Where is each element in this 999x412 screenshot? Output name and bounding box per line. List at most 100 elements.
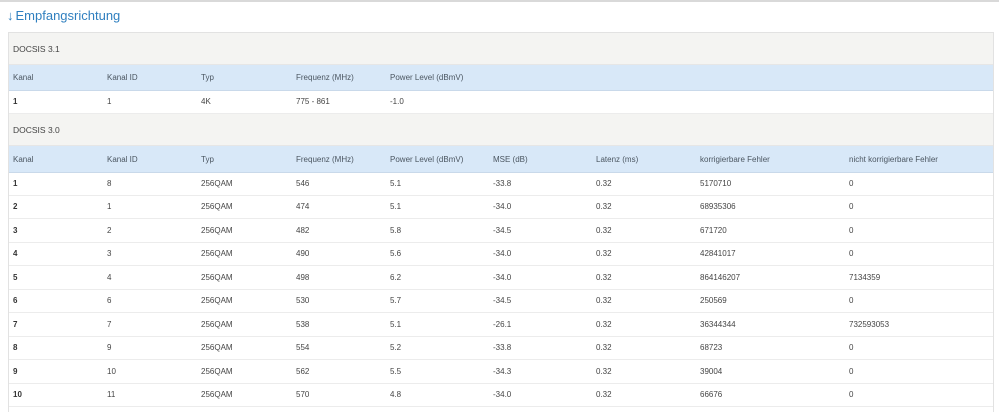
cell-latenz: 0.32 [596, 272, 612, 282]
cell-latenz: 0.32 [596, 390, 612, 400]
section-heading-link[interactable]: ↓ Empfangsrichtung [7, 8, 120, 23]
col-header-frequenz: Frequenz (MHz) [296, 73, 354, 82]
cell-frequenz: 490 [296, 249, 310, 259]
cell-kanal: 3 [13, 225, 18, 235]
table-row: 2 1 256QAM 474 5.1 -34.0 0.32 68935306 0 [9, 196, 993, 219]
cell-latenz: 0.32 [596, 202, 612, 212]
cell-kanal-id: 3 [107, 249, 112, 259]
col-header-power-level: Power Level (dBmV) [390, 154, 464, 164]
cell-korrigierbare-fehler: 42841017 [700, 249, 736, 259]
col-header-typ: Typ [201, 154, 214, 164]
col-header-power-level: Power Level (dBmV) [390, 73, 464, 82]
cell-typ: 256QAM [201, 319, 233, 329]
cell-nicht-korrigierbare-fehler: 0 [849, 225, 854, 235]
cell-mse: -33.8 [493, 178, 512, 188]
table-row: 10 11 256QAM 570 4.8 -34.0 0.32 66676 0 [9, 384, 993, 407]
cell-kanal-id: 8 [107, 178, 112, 188]
cell-power-level: 5.8 [390, 225, 402, 235]
cell-kanal-id: 6 [107, 296, 112, 306]
cell-power-level: 5.1 [390, 202, 402, 212]
cell-latenz: 0.32 [596, 225, 612, 235]
cell-kanal: 5 [13, 272, 18, 282]
cell-nicht-korrigierbare-fehler: 0 [849, 343, 854, 353]
cell-mse: -34.0 [493, 272, 512, 282]
cell-typ: 256QAM [201, 390, 233, 400]
cell-korrigierbare-fehler: 68935306 [700, 202, 736, 212]
cell-nicht-korrigierbare-fehler: 0 [849, 296, 854, 306]
col-header-kanal: Kanal [13, 73, 34, 82]
cell-frequenz: 538 [296, 319, 310, 329]
cell-frequenz: 562 [296, 366, 310, 376]
cell-kanal: 10 [13, 390, 22, 400]
cell-latenz: 0.32 [596, 296, 612, 306]
cell-frequenz: 554 [296, 343, 310, 353]
cell-power-level: 5.7 [390, 296, 402, 306]
cell-kanal: 2 [13, 202, 18, 212]
cell-typ: 256QAM [201, 249, 233, 259]
cell-typ: 256QAM [201, 225, 233, 235]
cell-power-level: 5.2 [390, 343, 402, 353]
cell-mse: -33.8 [493, 343, 512, 353]
cell-nicht-korrigierbare-fehler: 0 [849, 249, 854, 259]
table-row: 1 8 256QAM 546 5.1 -33.8 0.32 5170710 0 [9, 172, 993, 196]
cell-korrigierbare-fehler: 671720 [700, 225, 727, 235]
cell-frequenz: 546 [296, 178, 310, 188]
col-header-korrigierbare-fehler: korrigierbare Fehler [700, 154, 770, 164]
col-header-typ: Typ [201, 73, 214, 82]
cell-korrigierbare-fehler: 250569 [700, 296, 727, 306]
table-row: 9 10 256QAM 562 5.5 -34.3 0.32 39004 0 [9, 360, 993, 384]
cell-nicht-korrigierbare-fehler: 7134359 [849, 272, 881, 282]
cell-kanal-id: 2 [107, 225, 112, 235]
cell-power-level: 5.1 [390, 178, 402, 188]
cell-power-level: 5.6 [390, 249, 402, 259]
col-header-kanal-id: Kanal ID [107, 154, 138, 164]
cell-kanal-id: 1 [107, 202, 112, 212]
cell-kanal: 9 [13, 366, 18, 376]
cell-frequenz: 474 [296, 202, 310, 212]
col-header-kanal: Kanal [13, 154, 34, 164]
cell-mse: -34.3 [493, 366, 512, 376]
cell-frequenz: 498 [296, 272, 310, 282]
cell-kanal: 1 [13, 97, 18, 106]
cell-korrigierbare-fehler: 5170710 [700, 178, 732, 188]
cell-typ: 256QAM [201, 366, 233, 376]
table-row: 6 6 256QAM 530 5.7 -34.5 0.32 250569 0 [9, 290, 993, 313]
cell-kanal: 4 [13, 249, 18, 259]
cell-frequenz: 570 [296, 390, 310, 400]
cell-mse: -34.0 [493, 249, 512, 259]
table-row: 5 4 256QAM 498 6.2 -34.0 0.32 864146207 … [9, 266, 993, 290]
cell-mse: -34.5 [493, 296, 512, 306]
cell-power-level: 6.2 [390, 272, 402, 282]
cell-kanal-id: 9 [107, 343, 112, 353]
table-row: 3 2 256QAM 482 5.8 -34.5 0.32 671720 0 [9, 219, 993, 243]
cell-power-level: 5.5 [390, 366, 402, 376]
cell-latenz: 0.32 [596, 178, 612, 188]
cell-mse: -34.0 [493, 202, 512, 212]
col-header-latenz: Latenz (ms) [596, 154, 639, 164]
col-header-nicht-korrigierbare-fehler: nicht korrigierbare Fehler [849, 154, 938, 164]
cell-typ: 256QAM [201, 202, 233, 212]
cell-latenz: 0.32 [596, 249, 612, 259]
cell-power-level: -1.0 [390, 97, 404, 106]
cell-korrigierbare-fehler: 66676 [700, 390, 723, 400]
cell-kanal: 8 [13, 343, 18, 353]
cell-power-level: 4.8 [390, 390, 402, 400]
table-row: 8 9 256QAM 554 5.2 -33.8 0.32 68723 0 [9, 337, 993, 360]
cell-korrigierbare-fehler: 36344344 [700, 319, 736, 329]
cell-latenz: 0.32 [596, 343, 612, 353]
cell-typ: 256QAM [201, 296, 233, 306]
cell-nicht-korrigierbare-fehler: 0 [849, 366, 854, 376]
table-row: 4 3 256QAM 490 5.6 -34.0 0.32 42841017 0 [9, 243, 993, 266]
cell-typ: 256QAM [201, 178, 233, 188]
docsis30-title: DOCSIS 3.0 [9, 114, 993, 146]
cell-korrigierbare-fehler: 68723 [700, 343, 723, 353]
col-header-frequenz: Frequenz (MHz) [296, 154, 354, 164]
cell-kanal: 6 [13, 296, 18, 306]
downstream-panel: DOCSIS 3.1 Kanal Kanal ID Typ Frequenz (… [8, 32, 994, 412]
docsis31-header-row: Kanal Kanal ID Typ Frequenz (MHz) Power … [9, 65, 993, 91]
cell-nicht-korrigierbare-fehler: 0 [849, 202, 854, 212]
docsis30-header-row: Kanal Kanal ID Typ Frequenz (MHz) Power … [9, 146, 993, 173]
cell-power-level: 5.1 [390, 319, 402, 329]
cell-kanal: 7 [13, 319, 18, 329]
cell-korrigierbare-fehler: 39004 [700, 366, 723, 376]
